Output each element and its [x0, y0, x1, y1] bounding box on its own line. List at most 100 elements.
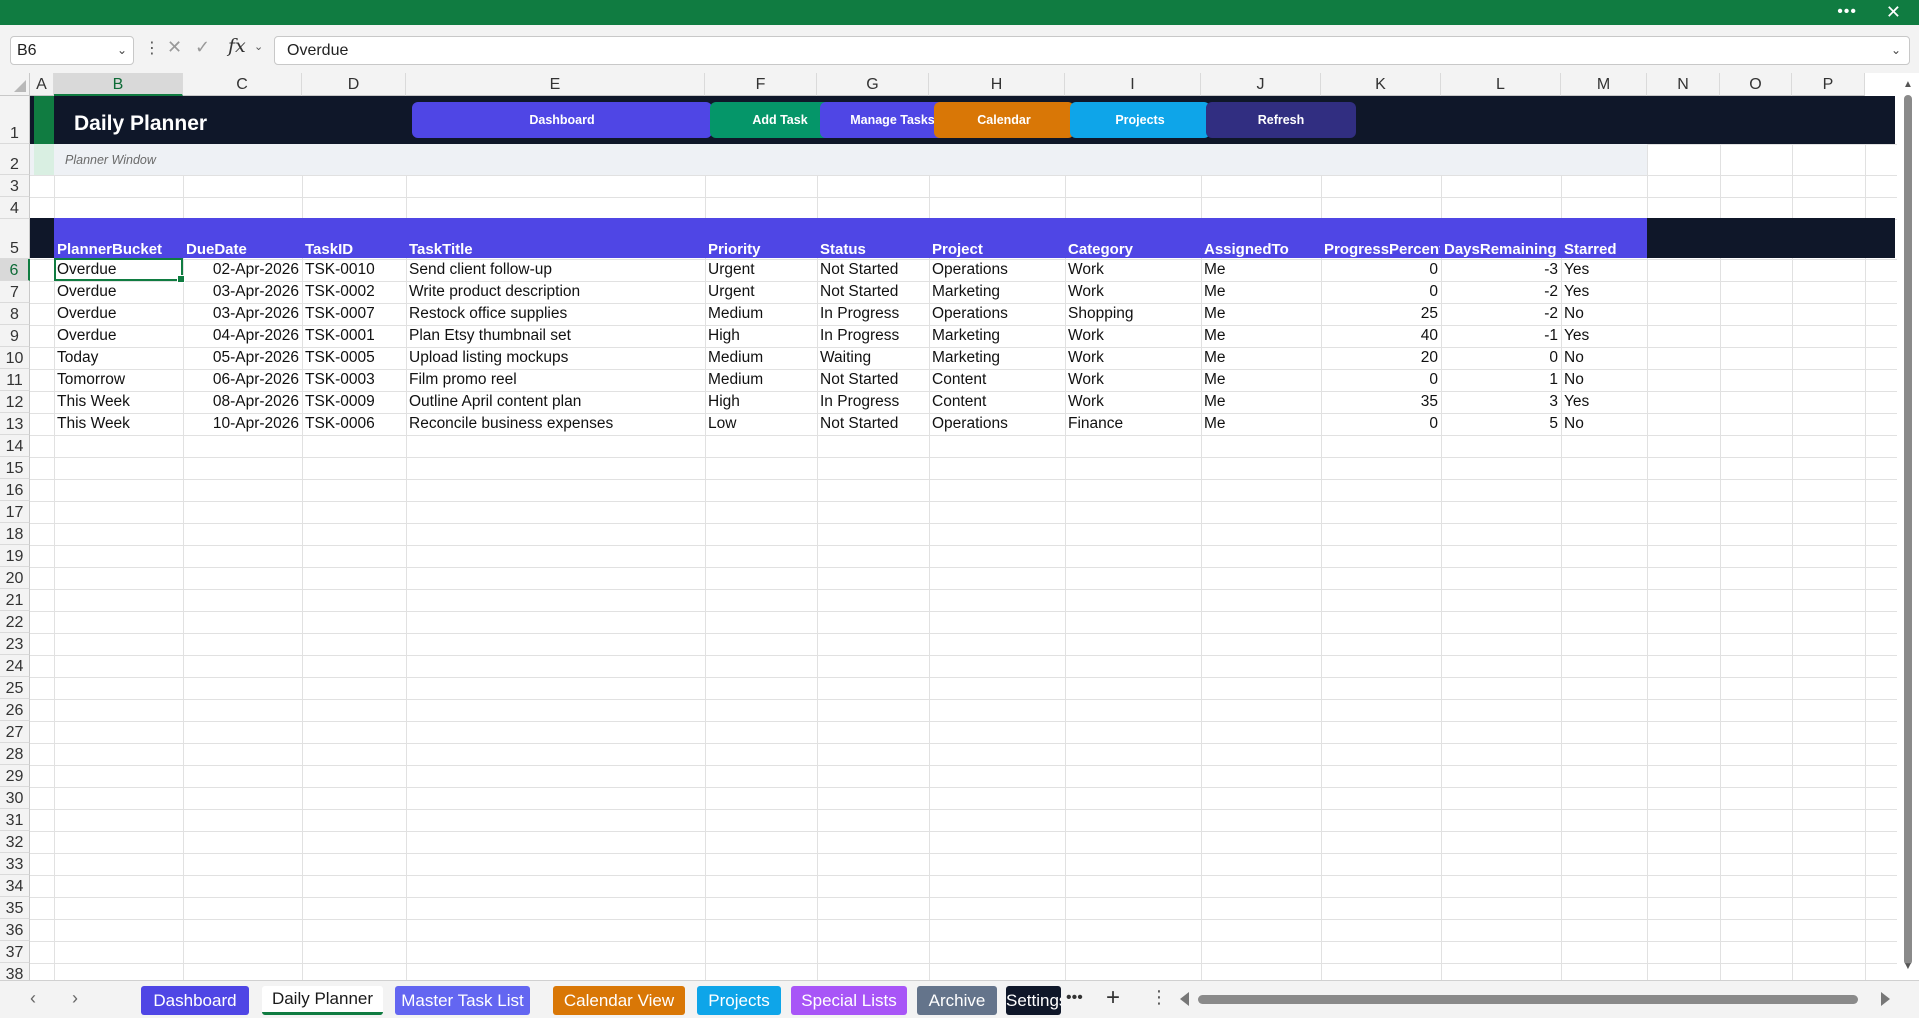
cell-assignedto[interactable]: Me: [1204, 325, 1318, 347]
cell-starred[interactable]: Yes: [1564, 259, 1644, 281]
row-header-35[interactable]: 35: [0, 897, 30, 919]
cell-project[interactable]: Content: [932, 369, 1062, 391]
column-header-i[interactable]: I: [1065, 73, 1201, 96]
select-all-corner[interactable]: [0, 73, 30, 96]
cell-daysremaining[interactable]: 0: [1444, 347, 1558, 369]
column-header-j[interactable]: J: [1201, 73, 1321, 96]
sheet-tab-master-task-list[interactable]: Master Task List: [395, 986, 530, 1015]
row-header-5[interactable]: 5: [0, 219, 30, 259]
cell-status[interactable]: In Progress: [820, 325, 926, 347]
row-header-36[interactable]: 36: [0, 919, 30, 941]
column-header-a[interactable]: A: [30, 73, 54, 96]
column-header-o[interactable]: O: [1720, 73, 1792, 96]
cell-category[interactable]: Work: [1068, 325, 1198, 347]
worksheet-grid[interactable]: ABCDEFGHIJKLMNOP 1 2 3 4 5 6 7 8 9 10 11 12 13 14 15 16…: [0, 73, 1919, 980]
check-icon[interactable]: ✓: [195, 37, 210, 58]
cell-progresspercent[interactable]: 40: [1324, 325, 1438, 347]
cell-assignedto[interactable]: Me: [1204, 281, 1318, 303]
sheet-tab-daily-planner[interactable]: Daily Planner: [262, 986, 383, 1015]
row-header-15[interactable]: 15: [0, 457, 30, 479]
table-header-project[interactable]: Project: [932, 241, 1064, 258]
cell-starred[interactable]: No: [1564, 413, 1644, 435]
table-header-taskid[interactable]: TaskID: [305, 241, 405, 258]
row-header-13[interactable]: 13: [0, 413, 30, 435]
row-header-29[interactable]: 29: [0, 765, 30, 787]
cell-category[interactable]: Work: [1068, 391, 1198, 413]
cell-starred[interactable]: Yes: [1564, 281, 1644, 303]
cell-category[interactable]: Work: [1068, 259, 1198, 281]
row-header-17[interactable]: 17: [0, 501, 30, 523]
scroll-up-icon[interactable]: ▲: [1903, 79, 1913, 90]
cell-tasktitle[interactable]: Reconcile business expenses: [409, 413, 702, 435]
cell-status[interactable]: Not Started: [820, 369, 926, 391]
row-header-1[interactable]: 1: [0, 96, 30, 144]
cell-tasktitle[interactable]: Send client follow-up: [409, 259, 702, 281]
cancel-icon[interactable]: ✕: [167, 37, 182, 58]
row-header-9[interactable]: 9: [0, 325, 30, 347]
cell-progresspercent[interactable]: 35: [1324, 391, 1438, 413]
table-header-starred[interactable]: Starred: [1564, 241, 1646, 258]
next-sheet-icon[interactable]: ›: [72, 988, 78, 1009]
cell-daysremaining[interactable]: 1: [1444, 369, 1558, 391]
cell-taskid[interactable]: TSK-0009: [305, 391, 403, 413]
cell-taskid[interactable]: TSK-0007: [305, 303, 403, 325]
cell-status[interactable]: In Progress: [820, 391, 926, 413]
cell-progresspercent[interactable]: 0: [1324, 369, 1438, 391]
cell-priority[interactable]: Urgent: [708, 259, 814, 281]
column-header-f[interactable]: F: [705, 73, 817, 96]
row-header-25[interactable]: 25: [0, 677, 30, 699]
row-header-27[interactable]: 27: [0, 721, 30, 743]
cell-duedate[interactable]: 04-Apr-2026: [186, 325, 299, 347]
expand-formula-icon[interactable]: ⌄: [1891, 37, 1901, 64]
cell-duedate[interactable]: 05-Apr-2026: [186, 347, 299, 369]
row-header-6[interactable]: 6: [0, 259, 30, 281]
row-header-8[interactable]: 8: [0, 303, 30, 325]
sheet-tab-special-lists[interactable]: Special Lists: [791, 986, 907, 1015]
cell-taskid[interactable]: TSK-0006: [305, 413, 403, 435]
vertical-dots-icon[interactable]: ⋮: [144, 38, 160, 58]
row-header-28[interactable]: 28: [0, 743, 30, 765]
cell-priority[interactable]: High: [708, 391, 814, 413]
cell-daysremaining[interactable]: 3: [1444, 391, 1558, 413]
cell-tasktitle[interactable]: Write product description: [409, 281, 702, 303]
table-header-status[interactable]: Status: [820, 241, 928, 258]
cell-taskid[interactable]: TSK-0003: [305, 369, 403, 391]
scroll-right-icon[interactable]: [1881, 992, 1890, 1006]
column-header-k[interactable]: K: [1321, 73, 1441, 96]
cell-plannerbucket[interactable]: Today: [57, 347, 180, 369]
cell-project[interactable]: Marketing: [932, 347, 1062, 369]
active-cell-selection[interactable]: [54, 258, 185, 283]
cell-starred[interactable]: Yes: [1564, 391, 1644, 413]
row-header-24[interactable]: 24: [0, 655, 30, 677]
cell-project[interactable]: Marketing: [932, 281, 1062, 303]
row-header-19[interactable]: 19: [0, 545, 30, 567]
cell-progresspercent[interactable]: 0: [1324, 259, 1438, 281]
cell-project[interactable]: Operations: [932, 259, 1062, 281]
cell-status[interactable]: Not Started: [820, 413, 926, 435]
cell-assignedto[interactable]: Me: [1204, 391, 1318, 413]
nav-button-refresh[interactable]: Refresh: [1206, 102, 1356, 138]
cell-priority[interactable]: Medium: [708, 369, 814, 391]
cell-category[interactable]: Work: [1068, 347, 1198, 369]
sheet-tab-projects[interactable]: Projects: [697, 986, 781, 1015]
cell-progresspercent[interactable]: 20: [1324, 347, 1438, 369]
prev-sheet-icon[interactable]: ‹: [30, 988, 36, 1009]
cell-taskid[interactable]: TSK-0001: [305, 325, 403, 347]
row-header-30[interactable]: 30: [0, 787, 30, 809]
cell-priority[interactable]: Medium: [708, 303, 814, 325]
row-header-31[interactable]: 31: [0, 809, 30, 831]
horizontal-scroll-thumb[interactable]: [1198, 995, 1858, 1004]
scroll-down-icon[interactable]: ▼: [1903, 961, 1913, 972]
cell-taskid[interactable]: TSK-0002: [305, 281, 403, 303]
cell-tasktitle[interactable]: Film promo reel: [409, 369, 702, 391]
row-header-10[interactable]: 10: [0, 347, 30, 369]
row-header-34[interactable]: 34: [0, 875, 30, 897]
close-icon[interactable]: ✕: [1886, 0, 1901, 25]
cell-plannerbucket[interactable]: Overdue: [57, 281, 180, 303]
row-header-4[interactable]: 4: [0, 197, 30, 219]
cell-project[interactable]: Content: [932, 391, 1062, 413]
column-header-e[interactable]: E: [406, 73, 705, 96]
table-header-tasktitle[interactable]: TaskTitle: [409, 241, 704, 258]
cell-priority[interactable]: Low: [708, 413, 814, 435]
row-header-26[interactable]: 26: [0, 699, 30, 721]
